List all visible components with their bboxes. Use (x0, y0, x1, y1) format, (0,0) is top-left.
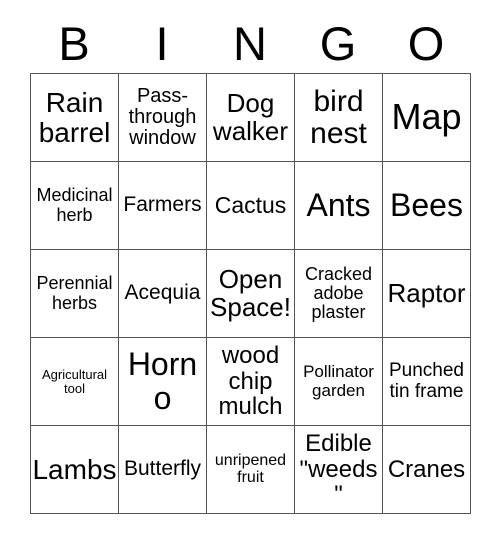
bingo-cell-label: bird nest (310, 84, 367, 150)
bingo-cell-label: Raptor (387, 277, 466, 308)
bingo-cell[interactable]: Ants (295, 162, 383, 250)
bingo-header-letter-n: N (233, 17, 267, 70)
bingo-cell[interactable]: Dog walker (207, 74, 295, 162)
bingo-cell[interactable]: Punched tin frame (383, 338, 471, 426)
bingo-cell-label: Butterfly (123, 457, 202, 481)
bingo-cell-label: Open Space! (210, 263, 291, 322)
bingo-cell[interactable]: Cactus (207, 162, 295, 250)
bingo-cell-label: Pollinator garden (303, 362, 374, 400)
bingo-cell[interactable]: Edible "weeds" (295, 426, 383, 514)
bingo-cell[interactable]: Farmers (119, 162, 207, 250)
bingo-cell-label: Cracked adobe plaster (304, 263, 373, 323)
bingo-header-letter-g: G (319, 17, 357, 70)
bingo-cell[interactable]: Rain barrel (31, 74, 119, 162)
bingo-cell[interactable]: Raptor (383, 250, 471, 338)
bingo-cell-label: Cranes (387, 455, 466, 483)
bingo-header-letter-i: I (155, 17, 169, 70)
bingo-cell-label: Dog walker (212, 87, 289, 146)
bingo-cell-label: Agricultural tool (41, 366, 108, 396)
bingo-grid: Rain barrel Pass-through window Dog walker… (30, 73, 471, 514)
bingo-card: B I N G O Rain barrel Pass-through window… (0, 0, 500, 544)
bingo-cell[interactable]: Lambs (31, 426, 119, 514)
bingo-cell-label: Rain barrel (38, 86, 111, 148)
bingo-cell-label: unripened fruit (214, 451, 287, 486)
bingo-cell-label: Perennial herbs (36, 273, 113, 313)
bingo-header-letter-b: B (58, 17, 90, 70)
bingo-cell[interactable]: Agricultural tool (31, 338, 119, 426)
bingo-header-letter-o: O (407, 17, 445, 70)
bingo-cell[interactable]: wood chip mulch (207, 338, 295, 426)
bingo-cell[interactable]: Bees (383, 162, 471, 250)
bingo-cell[interactable]: Map (383, 74, 471, 162)
bingo-cell-label: Lambs (32, 453, 117, 485)
bingo-cell-label: Ants (306, 186, 371, 223)
bingo-cell[interactable]: Cracked adobe plaster (295, 250, 383, 338)
bingo-cell-label: wood chip mulch (218, 342, 283, 421)
bingo-cell[interactable]: bird nest (295, 74, 383, 162)
bingo-cell-label: Punched tin frame (388, 360, 464, 402)
bingo-cell[interactable]: Perennial herbs (31, 250, 119, 338)
bingo-cell[interactable]: Cranes (383, 426, 471, 514)
bingo-cell[interactable]: unripened fruit (207, 426, 295, 514)
bingo-cell-label: Bees (390, 186, 463, 223)
bingo-cell[interactable]: Horno (119, 338, 207, 426)
bingo-cell-label: Farmers (123, 193, 202, 217)
bingo-cell[interactable]: Pollinator garden (295, 338, 383, 426)
bingo-cell[interactable]: Medicinal herb (31, 162, 119, 250)
bingo-cell[interactable]: Acequia (119, 250, 207, 338)
bingo-cell-label: Cactus (214, 192, 287, 219)
bingo-cell-label: Pass-through window (128, 84, 197, 150)
bingo-cell[interactable]: Butterfly (119, 426, 207, 514)
bingo-cell[interactable]: Pass-through window (119, 74, 207, 162)
bingo-cell[interactable]: Open Space! (207, 250, 295, 338)
bingo-cell-label: Horno (127, 345, 198, 416)
bingo-header-row: B I N G O (30, 14, 470, 73)
bingo-cell-label: Edible "weeds" (299, 430, 378, 509)
bingo-cell-label: Medicinal herb (36, 185, 113, 225)
bingo-cell-label: Map (391, 96, 462, 138)
bingo-cell-label: Acequia (124, 281, 201, 305)
